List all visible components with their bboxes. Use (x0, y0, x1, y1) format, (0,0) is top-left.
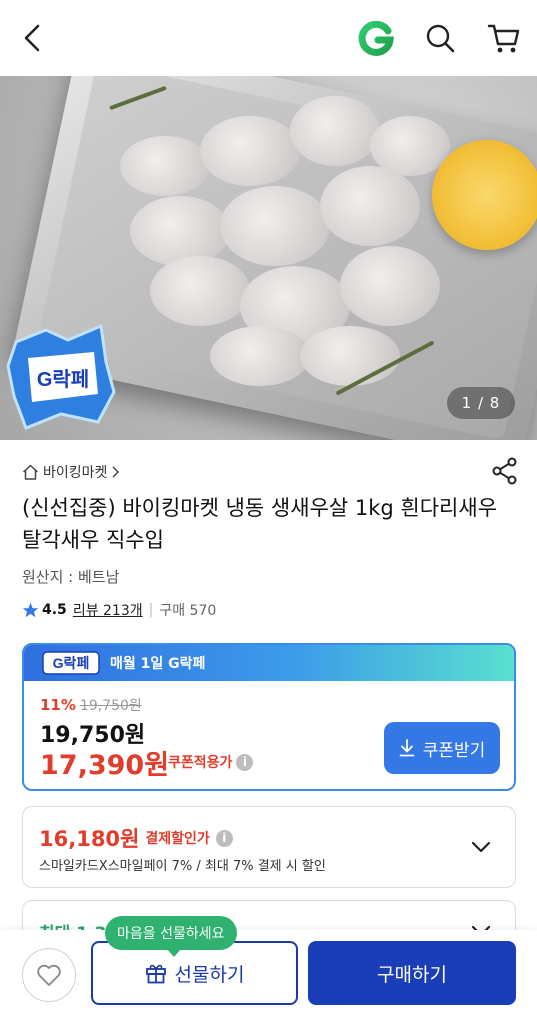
product-origin: 원산지 : 베트남 (22, 568, 120, 586)
download-icon (399, 739, 415, 757)
gift-icon (145, 964, 166, 984)
product-image-carousel[interactable]: G락페 1 / 8 (0, 76, 537, 440)
coupon-label-text: 쿠폰적용가 (168, 755, 233, 771)
product-title: (신선집중) 바이킹마켓 냉동 생새우살 1kg 흰다리새우 탈각새우 직수입 (22, 496, 498, 552)
back-button[interactable] (12, 18, 52, 58)
chevron-down-icon[interactable] (469, 835, 493, 859)
payment-price: 16,180원 (39, 827, 140, 851)
search-icon (426, 24, 455, 53)
chevron-right-icon (112, 466, 120, 478)
store-name: 바이킹마켓 (43, 465, 108, 481)
heart-icon (37, 964, 61, 986)
coupon-price: 17,390원 (40, 750, 170, 781)
payment-discount-box[interactable]: 16,180원 결제할인가 i 스마일카드X스마일페이 7% / 최대 7% 결… (22, 806, 516, 888)
g-lakpe-badge-icon: G락페 (6, 323, 116, 430)
chevron-left-icon (24, 24, 40, 52)
event-banner-text: 매월 1일 G락페 (110, 656, 206, 672)
payment-description: 스마일카드X스마일페이 7% / 최대 7% 결제 시 할인 (39, 859, 326, 874)
info-icon[interactable]: i (215, 829, 233, 847)
search-button[interactable] (420, 18, 460, 58)
event-banner[interactable]: G락페 매월 1일 G락페 (24, 645, 514, 681)
coupon-price-label: 쿠폰적용가 i (168, 752, 254, 772)
top-nav-bar (0, 0, 537, 76)
store-link[interactable]: 바이킹마켓 (22, 462, 120, 482)
cart-button[interactable] (484, 18, 524, 58)
bottom-action-bar: 선물하기 구매하기 (0, 930, 537, 1024)
mini-badge-text: G락페 (53, 655, 90, 671)
rating-score: 4.5 (42, 602, 67, 618)
gmarket-home-button[interactable] (356, 18, 396, 58)
rating-row: 4.5 리뷰 213개 | 구매 570 (22, 600, 216, 620)
g-lakpe-mini-icon: G락페 (42, 651, 100, 675)
payment-price-row: 16,180원 결제할인가 i (39, 823, 233, 853)
lemon-image (432, 140, 537, 250)
wishlist-button[interactable] (22, 948, 76, 1002)
payment-label: 결제할인가 (145, 831, 210, 847)
g-logo-icon (358, 20, 394, 56)
badge-text: G락페 (37, 368, 89, 391)
divider: | (148, 602, 154, 618)
home-icon (22, 464, 39, 480)
info-icon[interactable]: i (236, 753, 254, 771)
discount-row: 11% 19,750원 (40, 695, 142, 715)
star-icon (22, 602, 39, 618)
review-link[interactable]: 리뷰 213개 (73, 600, 143, 620)
get-coupon-label: 쿠폰받기 (422, 740, 486, 761)
get-coupon-button[interactable]: 쿠폰받기 (384, 722, 500, 774)
cart-icon (487, 24, 520, 53)
discount-percent: 11% (40, 696, 76, 714)
gift-button[interactable]: 선물하기 (91, 941, 298, 1005)
gift-label: 선물하기 (174, 963, 245, 986)
purchase-count: 구매 570 (159, 603, 217, 619)
gift-tooltip: 마음을 선물하세요 (105, 916, 237, 957)
image-page-indicator: 1 / 8 (447, 387, 515, 419)
buy-button[interactable]: 구매하기 (308, 941, 516, 1005)
coupon-price-box: G락페 매월 1일 G락페 11% 19,750원 19,750원 17,390원… (22, 643, 516, 791)
original-price: 19,750원 (79, 698, 142, 714)
share-icon[interactable] (490, 456, 520, 486)
